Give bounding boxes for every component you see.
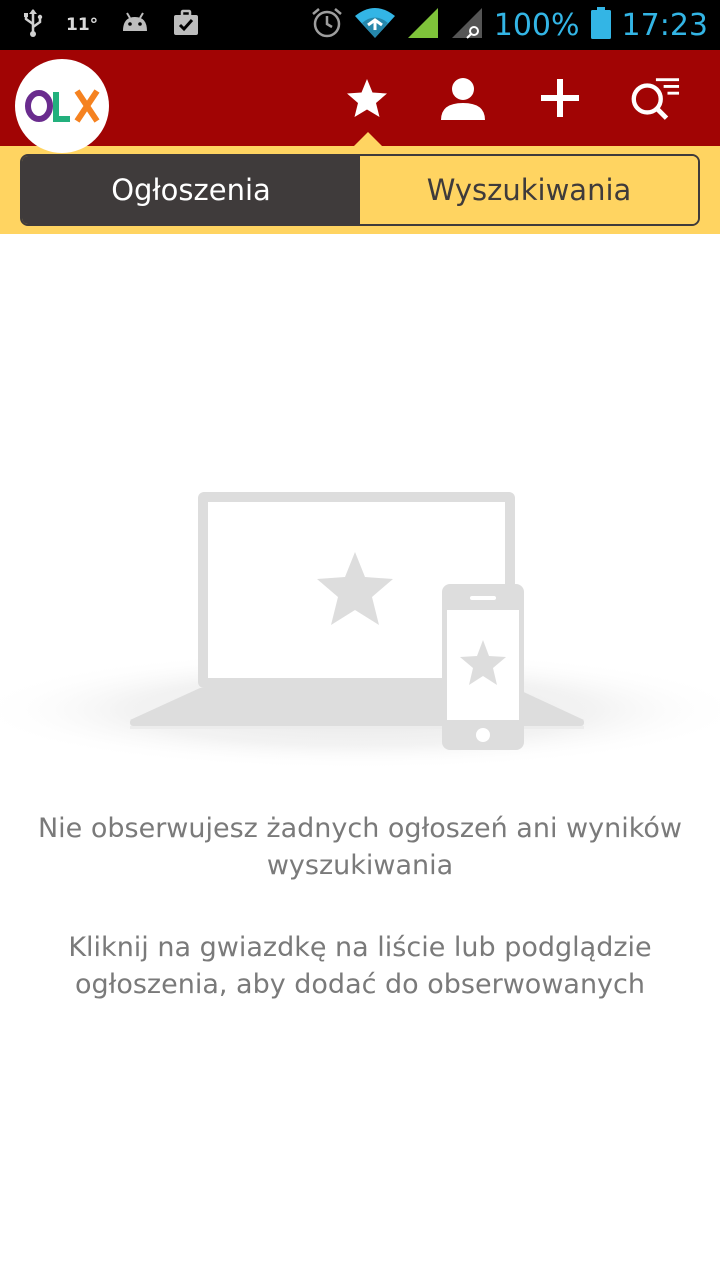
signal-icon bbox=[406, 6, 440, 44]
olx-logo[interactable] bbox=[15, 59, 109, 153]
battery-icon bbox=[590, 6, 612, 44]
android-icon bbox=[120, 11, 150, 39]
profile-icon[interactable] bbox=[437, 72, 489, 124]
favorites-star-icon[interactable] bbox=[341, 72, 393, 124]
empty-state-illustration bbox=[0, 470, 720, 790]
search-filter-icon[interactable] bbox=[628, 72, 680, 124]
wifi-icon bbox=[354, 6, 396, 44]
olx-logo-graphic bbox=[25, 89, 100, 123]
tab-strip: Ogłoszenia Wyszukiwania bbox=[0, 146, 720, 234]
empty-state-title-line1: Nie obserwujesz żadnych ogłoszeń ani wyn… bbox=[37, 813, 683, 844]
empty-state-title-line2: wyszukiwania bbox=[266, 850, 454, 881]
add-ad-plus-icon[interactable] bbox=[534, 72, 586, 124]
alarm-icon bbox=[310, 6, 344, 44]
segmented-tabs: Ogłoszenia Wyszukiwania bbox=[20, 154, 700, 226]
briefcase-icon bbox=[172, 9, 200, 41]
status-bar: 11° 100% 17:23 bbox=[0, 0, 720, 50]
clock: 17:23 bbox=[621, 7, 708, 43]
active-nav-indicator bbox=[354, 132, 382, 146]
phone-icon bbox=[442, 584, 524, 750]
tab-ads[interactable]: Ogłoszenia bbox=[22, 156, 360, 224]
battery-percent: 100% bbox=[493, 7, 580, 43]
empty-state-title: Nie obserwujesz żadnych ogłoszeń ani wyn… bbox=[0, 810, 720, 884]
empty-state-hint: Kliknij na gwiazdkę na liście lub podglą… bbox=[0, 929, 720, 1003]
empty-state-hint-line2: ogłoszenia, aby dodać do obserwowanych bbox=[75, 969, 645, 1000]
usb-icon bbox=[22, 8, 44, 42]
empty-state-hint-line1: Kliknij na gwiazdkę na liście lub podglą… bbox=[68, 932, 652, 963]
tab-searches[interactable]: Wyszukiwania bbox=[360, 156, 698, 224]
signal-roaming-icon bbox=[450, 6, 484, 44]
temperature-indicator: 11° bbox=[66, 15, 99, 35]
